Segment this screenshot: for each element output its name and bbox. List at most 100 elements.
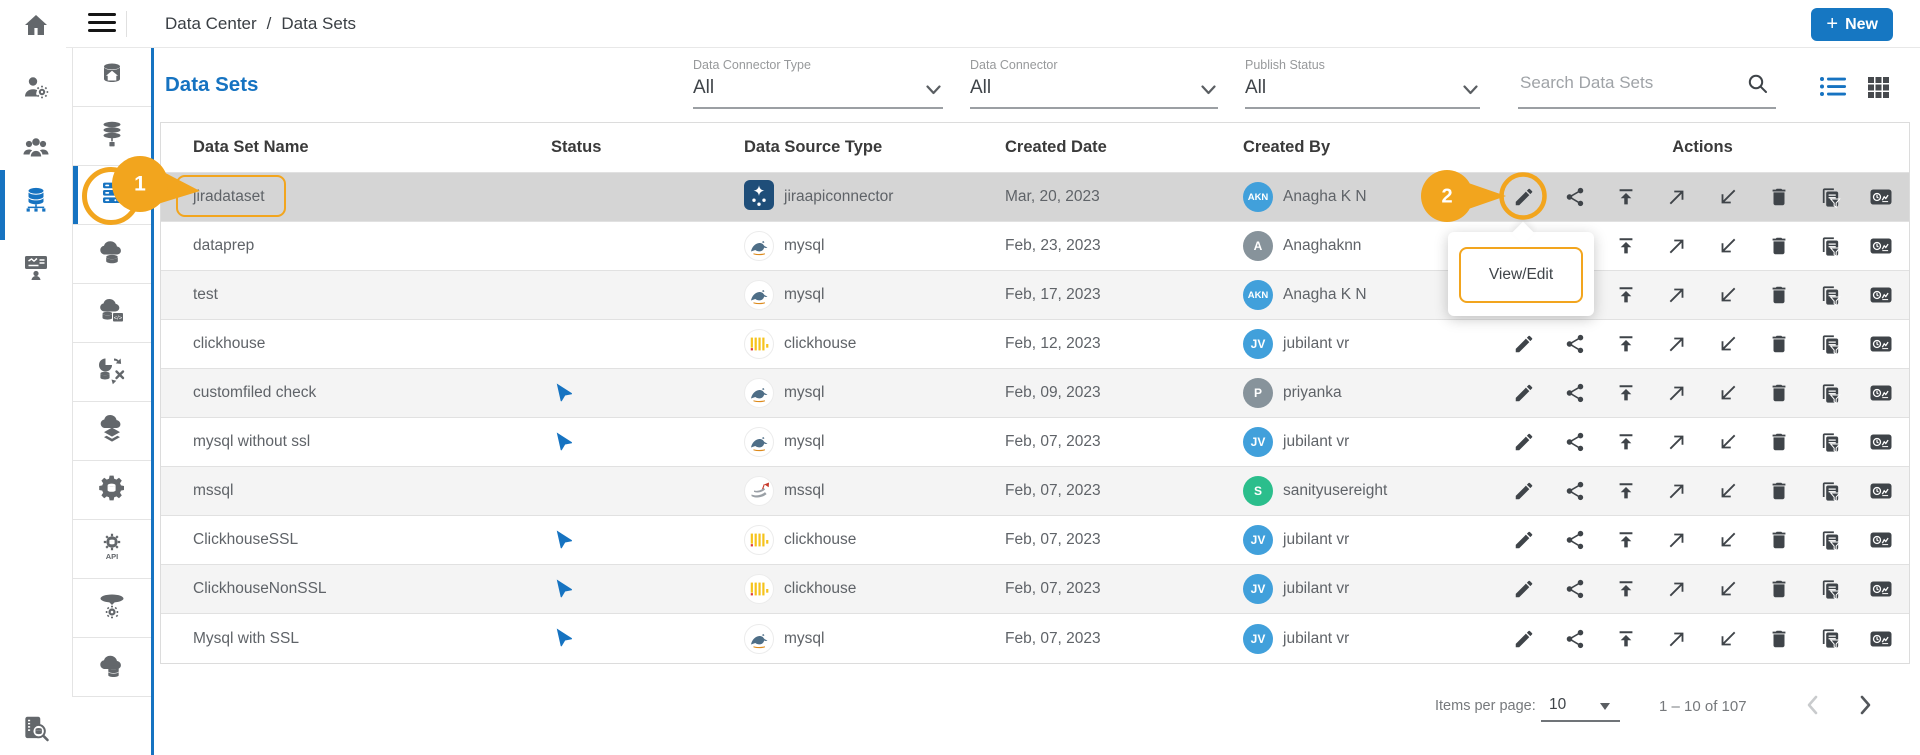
action-delete-icon[interactable]: [1767, 283, 1791, 307]
action-delete-icon[interactable]: [1767, 332, 1791, 356]
sidebar-item-data-engine-gear[interactable]: [73, 461, 151, 520]
action-delete-icon[interactable]: [1767, 627, 1791, 651]
action-open-northeast-icon[interactable]: [1665, 283, 1689, 307]
action-delete-icon[interactable]: [1767, 577, 1791, 601]
data-connector-select[interactable]: Data Connector All: [970, 58, 1218, 109]
action-publish-upload-icon[interactable]: [1614, 479, 1638, 503]
action-copy-filter-icon[interactable]: [1818, 577, 1842, 601]
action-open-northeast-icon[interactable]: [1665, 381, 1689, 405]
sidebar-item-cloud-layers[interactable]: [73, 402, 151, 461]
dataset-name[interactable]: mysql without ssl: [193, 433, 310, 450]
action-open-northeast-icon[interactable]: [1665, 332, 1689, 356]
action-usage-stats-icon[interactable]: [1869, 627, 1893, 651]
table-row[interactable]: test mysql Feb, 17, 2023 AKN Anagha K N: [161, 271, 1909, 320]
items-per-page-select[interactable]: 10: [1549, 696, 1566, 714]
sidebar-item-datasets-server[interactable]: [73, 166, 151, 225]
sidebar-item-cloud-dataset[interactable]: [73, 638, 151, 697]
action-usage-stats-icon[interactable]: [1869, 430, 1893, 454]
action-share-icon[interactable]: [1563, 430, 1587, 454]
action-open-northeast-icon[interactable]: [1665, 234, 1689, 258]
action-edit-icon[interactable]: [1512, 332, 1536, 356]
sidebar-item-database-home[interactable]: [73, 48, 151, 107]
action-publish-upload-icon[interactable]: [1614, 430, 1638, 454]
search-input[interactable]: [1518, 72, 1733, 94]
action-delete-icon[interactable]: [1767, 479, 1791, 503]
data-center-icon[interactable]: [19, 182, 53, 216]
action-delete-icon[interactable]: [1767, 185, 1791, 209]
action-open-northeast-icon[interactable]: [1665, 430, 1689, 454]
action-edit-icon[interactable]: [1512, 430, 1536, 454]
action-usage-stats-icon[interactable]: [1869, 577, 1893, 601]
menu-toggle-button[interactable]: [88, 13, 118, 35]
table-row[interactable]: mssql mssql Feb, 07, 2023 Ssanityusereig…: [161, 467, 1909, 516]
action-share-icon[interactable]: [1563, 627, 1587, 651]
action-copy-filter-icon[interactable]: [1818, 234, 1842, 258]
action-share-icon[interactable]: [1563, 332, 1587, 356]
action-publish-upload-icon[interactable]: [1614, 627, 1638, 651]
dataset-name[interactable]: jiradataset: [193, 188, 265, 205]
dataset-name[interactable]: clickhouse: [193, 335, 265, 352]
dataset-name[interactable]: mssql: [193, 482, 233, 499]
action-publish-upload-icon[interactable]: [1614, 283, 1638, 307]
data-connector-type-select[interactable]: Data Connector Type All: [693, 58, 943, 109]
action-share-icon[interactable]: [1563, 479, 1587, 503]
table-row[interactable]: Mysql with SSL mysql Feb, 07, 2023 JV jub…: [161, 614, 1909, 663]
action-usage-stats-icon[interactable]: [1869, 381, 1893, 405]
action-publish-upload-icon[interactable]: [1614, 528, 1638, 552]
action-share-icon[interactable]: [1563, 381, 1587, 405]
grid-view-icon[interactable]: [1868, 77, 1889, 101]
action-share-icon[interactable]: [1563, 185, 1587, 209]
action-delete-icon[interactable]: [1767, 528, 1791, 552]
dataset-name[interactable]: ClickhouseSSL: [193, 531, 298, 548]
sidebar-item-cloud-database[interactable]: [73, 225, 151, 284]
dataset-name[interactable]: ClickhouseNonSSL: [193, 580, 327, 597]
action-publish-upload-icon[interactable]: [1614, 234, 1638, 258]
action-usage-stats-icon[interactable]: [1869, 185, 1893, 209]
home-icon[interactable]: [19, 9, 53, 43]
next-page-button[interactable]: [1852, 692, 1878, 721]
action-edit-icon[interactable]: [1512, 627, 1536, 651]
table-row[interactable]: mysql without ssl mysql Feb, 07, 2023 JV…: [161, 418, 1909, 467]
table-row[interactable]: dataprep mysql Feb, 23, 2023 A Anaghaknn: [161, 222, 1909, 271]
table-row[interactable]: ClickhouseNonSSL clickhouse Feb, 07, 202…: [161, 565, 1909, 614]
user-groups-icon[interactable]: [19, 130, 53, 164]
search-icon[interactable]: [1746, 72, 1770, 101]
previous-page-button[interactable]: [1800, 692, 1826, 721]
action-open-northeast-icon[interactable]: [1665, 528, 1689, 552]
action-open-northeast-icon[interactable]: [1665, 479, 1689, 503]
breadcrumb-data-sets[interactable]: Data Sets: [281, 14, 356, 34]
action-usage-stats-icon[interactable]: [1869, 283, 1893, 307]
new-button[interactable]: + New: [1811, 8, 1893, 41]
table-row[interactable]: clickhouse clickhouse Feb, 12, 2023 JV ju…: [161, 320, 1909, 369]
sidebar-item-data-flow-pie[interactable]: [73, 343, 151, 402]
action-import-southwest-icon[interactable]: [1716, 332, 1740, 356]
action-import-southwest-icon[interactable]: [1716, 185, 1740, 209]
action-delete-icon[interactable]: [1767, 381, 1791, 405]
sidebar-item-cloud-database-code[interactable]: </>: [73, 284, 151, 343]
action-open-northeast-icon[interactable]: [1665, 185, 1689, 209]
breadcrumb-data-center[interactable]: Data Center: [165, 14, 257, 34]
dataset-name[interactable]: customfiled check: [193, 384, 316, 401]
sidebar-item-database-stack[interactable]: [73, 107, 151, 166]
action-copy-filter-icon[interactable]: [1818, 381, 1842, 405]
table-row[interactable]: ClickhouseSSL clickhouse Feb, 07, 2023 J…: [161, 516, 1909, 565]
action-publish-upload-icon[interactable]: [1614, 185, 1638, 209]
user-settings-icon[interactable]: [19, 70, 53, 104]
action-usage-stats-icon[interactable]: [1869, 234, 1893, 258]
action-open-northeast-icon[interactable]: [1665, 627, 1689, 651]
items-per-page-caret-icon[interactable]: [1600, 703, 1610, 710]
action-edit-icon[interactable]: [1512, 185, 1536, 209]
action-copy-filter-icon[interactable]: [1818, 528, 1842, 552]
action-copy-filter-icon[interactable]: [1818, 332, 1842, 356]
action-import-southwest-icon[interactable]: [1716, 627, 1740, 651]
presentation-board-icon[interactable]: [19, 250, 53, 284]
action-publish-upload-icon[interactable]: [1614, 381, 1638, 405]
table-row[interactable]: customfiled check mysql Feb, 09, 2023 Pp…: [161, 369, 1909, 418]
action-copy-filter-icon[interactable]: [1818, 283, 1842, 307]
action-delete-icon[interactable]: [1767, 430, 1791, 454]
action-import-southwest-icon[interactable]: [1716, 234, 1740, 258]
dataset-name[interactable]: Mysql with SSL: [193, 630, 299, 647]
data-catalog-search-icon[interactable]: [19, 712, 53, 746]
action-publish-upload-icon[interactable]: [1614, 332, 1638, 356]
action-import-southwest-icon[interactable]: [1716, 381, 1740, 405]
